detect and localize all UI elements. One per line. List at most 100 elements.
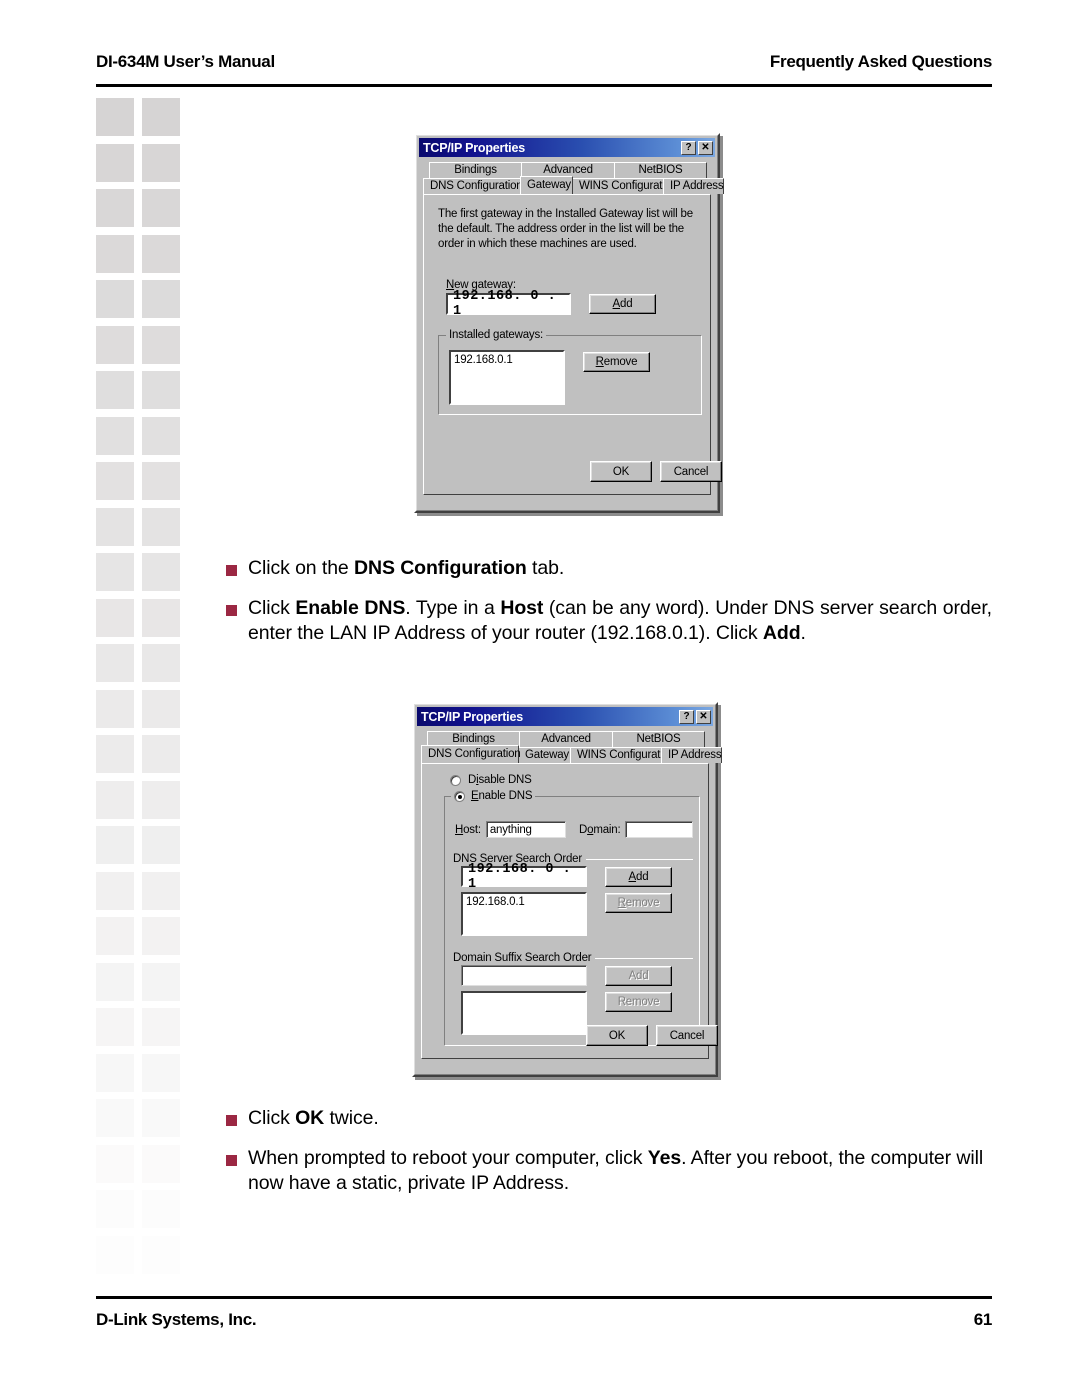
decorative-square (142, 234, 180, 273)
ok-button[interactable]: OK (586, 1025, 648, 1046)
suffix-add-button[interactable]: Add (605, 966, 672, 986)
enable-dns-group: Enable DNS Host: anything Domain: DNS Se… (444, 790, 700, 1046)
list-item[interactable]: 192.168.0.1 (466, 896, 582, 908)
new-gateway-input[interactable]: 192.168. 0 . 1 (446, 289, 571, 319)
decorative-square (142, 1190, 180, 1228)
host-label: Host: (455, 823, 481, 836)
help-icon[interactable]: ? (681, 140, 696, 155)
domain-input[interactable] (625, 821, 694, 838)
dns-server-search-order-group: DNS Server Search Order 192.168. 0 . 1 A… (453, 853, 693, 936)
decorative-square (142, 325, 180, 364)
bullet-text: Click Enable DNS. Type in a Host (can be… (248, 596, 992, 645)
header-divider (96, 84, 992, 87)
domain-suffix-label: Domain Suffix Search Order (453, 952, 592, 964)
manual-title: DI-634M User’s Manual (96, 52, 275, 71)
enable-dns-radio-row[interactable]: Enable DNS (451, 790, 536, 802)
remove-gateway-button[interactable]: Remove (583, 352, 650, 372)
decorative-square (96, 507, 134, 546)
host-row: Host: anything (455, 821, 566, 838)
suffix-remove-button[interactable]: Remove (605, 992, 672, 1012)
decorative-square (142, 189, 180, 227)
decorative-square-grid (96, 98, 188, 1283)
installed-gateways-list[interactable]: 192.168.0.1 (449, 350, 565, 405)
decorative-square (142, 1008, 180, 1046)
section-title: Frequently Asked Questions (769, 52, 992, 71)
list-item[interactable]: 192.168.0.1 (454, 354, 560, 366)
add-gateway-button[interactable]: Add (589, 294, 656, 314)
tab-dns-configuration[interactable]: DNS Configuration (421, 745, 521, 763)
help-icon[interactable]: ? (679, 709, 694, 724)
tab-ip-address[interactable]: IP Address (663, 178, 724, 194)
window-title: TCP/IP Properties (421, 709, 523, 724)
decorative-square (96, 462, 134, 500)
tab-gateway[interactable]: Gateway (520, 176, 573, 194)
tab-row-primary: DNS Configuration Gateway WINS Configura… (421, 745, 722, 763)
close-icon[interactable]: ✕ (698, 140, 713, 155)
title-bar: TCP/IP Properties ? ✕ (419, 138, 715, 157)
bullet-text: Click on the DNS Configuration tab. (248, 557, 565, 579)
bullet-marker (226, 1146, 248, 1197)
tab-bindings[interactable]: Bindings (429, 162, 522, 178)
decorative-square (96, 917, 134, 955)
disable-dns-radio-row[interactable]: Disable DNS (450, 774, 532, 786)
bullet-item: Click on the DNS Configuration tab. (226, 556, 992, 582)
decorative-square (96, 143, 134, 182)
cancel-button[interactable]: Cancel (656, 1025, 718, 1046)
title-bar: TCP/IP Properties ? ✕ (417, 707, 713, 726)
radio-enable-dns-icon[interactable] (454, 790, 465, 802)
decorative-square (142, 280, 180, 318)
decorative-square (96, 1144, 134, 1183)
decorative-square (142, 371, 180, 409)
radio-disable-dns-icon[interactable] (450, 774, 461, 786)
decorative-square (96, 1099, 134, 1137)
decorative-square (96, 189, 134, 227)
decorative-square (142, 143, 180, 182)
company-name: D-Link Systems, Inc. (96, 1310, 257, 1329)
bullet-text: When prompted to reboot your computer, c… (248, 1146, 984, 1195)
tcpip-properties-dns-dialog: TCP/IP Properties ? ✕ Bindings Advanced … (412, 702, 722, 1077)
decorative-square (96, 234, 134, 273)
decorative-square (142, 917, 180, 955)
domain-suffix-input[interactable] (461, 965, 587, 986)
domain-label: Domain: (579, 823, 621, 836)
bullet-square-icon (226, 604, 237, 616)
tab-ip-address[interactable]: IP Address (661, 747, 722, 763)
close-icon[interactable]: ✕ (696, 709, 711, 724)
tab-wins-configuration[interactable]: WINS Configuration (570, 747, 675, 763)
tab-advanced[interactable]: Advanced (519, 731, 613, 747)
bullet-item: Click OK twice. (226, 1106, 992, 1132)
decorative-square (96, 280, 134, 318)
tab-gateway[interactable]: Gateway (518, 747, 571, 763)
bullet-item: When prompted to reboot your computer, c… (226, 1146, 992, 1197)
domain-suffix-list[interactable] (461, 991, 587, 1035)
tab-netbios[interactable]: NetBIOS (614, 162, 707, 178)
dns-server-ip-input[interactable]: 192.168. 0 . 1 (461, 862, 587, 892)
tab-wins-configuration[interactable]: WINS Configuration (572, 178, 677, 194)
instructions-middle: Click on the DNS Configuration tab. Click… (226, 556, 992, 661)
instructions-bottom: Click OK twice. When prompted to reboot y… (226, 1106, 992, 1211)
group-rule (595, 957, 693, 959)
page-number: 61 (973, 1310, 993, 1329)
footer-divider (96, 1296, 992, 1299)
group-rule (585, 858, 693, 860)
decorative-square (142, 98, 180, 136)
decorative-square (142, 416, 180, 455)
host-input[interactable]: anything (485, 821, 566, 838)
tab-netbios[interactable]: NetBIOS (612, 731, 705, 747)
decorative-square (142, 871, 180, 910)
installed-gateways-label: Installed gateways: (446, 329, 547, 341)
dns-add-button[interactable]: Add (605, 867, 672, 887)
dns-server-list[interactable]: 192.168.0.1 (461, 892, 587, 936)
decorative-square (142, 644, 180, 682)
decorative-square (96, 553, 134, 591)
decorative-square (96, 780, 134, 819)
enable-dns-label: Enable DNS (471, 790, 533, 802)
dns-remove-button[interactable]: Remove (605, 893, 672, 913)
decorative-square (96, 735, 134, 773)
ok-button[interactable]: OK (590, 461, 652, 482)
decorative-square (96, 644, 134, 682)
cancel-button[interactable]: Cancel (660, 461, 722, 482)
decorative-square (96, 1235, 134, 1274)
tab-dns-configuration[interactable]: DNS Configuration (423, 178, 523, 194)
page-header: DI-634M User’s Manual Frequently Asked Q… (96, 52, 992, 72)
